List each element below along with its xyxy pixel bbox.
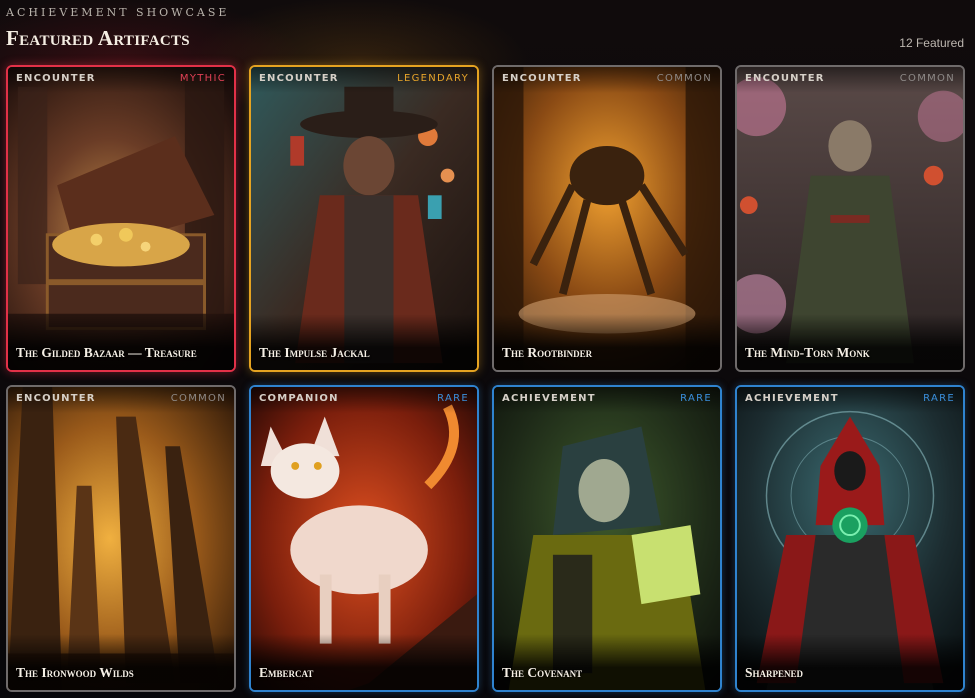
artifact-grid: Encounter Mythic The Gilded Bazaar — Tre…	[6, 65, 972, 693]
card-type-label: Encounter	[259, 73, 339, 84]
card-rarity-label: Mythic	[179, 73, 226, 84]
card-rarity-label: Common	[656, 73, 712, 84]
artifact-card[interactable]: Encounter Common The Ironwood Wilds	[6, 385, 236, 692]
showcase-header: Achievement Showcase Featured Artifacts …	[6, 6, 969, 56]
artifact-card[interactable]: Encounter Common The Rootbinder	[492, 65, 722, 372]
artifact-card[interactable]: Achievement Rare The Covenant	[492, 385, 722, 692]
card-rarity-label: Rare	[923, 393, 955, 404]
card-type-label: Companion	[259, 393, 339, 404]
section-eyebrow: Achievement Showcase	[6, 6, 230, 19]
card-type-label: Achievement	[745, 393, 839, 404]
card-type-label: Encounter	[502, 73, 582, 84]
card-name: The Impulse Jackal	[259, 345, 370, 360]
card-type-label: Encounter	[16, 393, 96, 404]
card-type-label: Encounter	[16, 73, 96, 84]
featured-count: 12 Featured	[899, 36, 964, 50]
card-rarity-label: Common	[899, 73, 955, 84]
card-name: Sharpened	[745, 665, 804, 680]
card-rarity-label: Legendary	[397, 73, 469, 84]
card-rarity-label: Common	[170, 393, 226, 404]
card-rarity-label: Rare	[437, 393, 469, 404]
card-name: The Gilded Bazaar — Treasure	[16, 345, 197, 360]
card-name: The Rootbinder	[502, 345, 593, 360]
artifact-card[interactable]: Achievement Rare Sharpened	[735, 385, 965, 692]
artifact-card[interactable]: Encounter Mythic The Gilded Bazaar — Tre…	[6, 65, 236, 372]
page-title: Featured Artifacts	[6, 26, 190, 50]
card-name: The Ironwood Wilds	[16, 665, 134, 680]
card-type-label: Encounter	[745, 73, 825, 84]
artifact-card[interactable]: Companion Rare Embercat	[249, 385, 479, 692]
card-type-label: Achievement	[502, 393, 596, 404]
card-name: The Covenant	[502, 665, 583, 680]
card-name: Embercat	[259, 665, 314, 680]
artifact-card[interactable]: Encounter Legendary The Impulse Jackal	[249, 65, 479, 372]
card-name: The Mind-Torn Monk	[745, 345, 870, 360]
artifact-card[interactable]: Encounter Common The Mind-Torn Monk	[735, 65, 965, 372]
card-rarity-label: Rare	[680, 393, 712, 404]
